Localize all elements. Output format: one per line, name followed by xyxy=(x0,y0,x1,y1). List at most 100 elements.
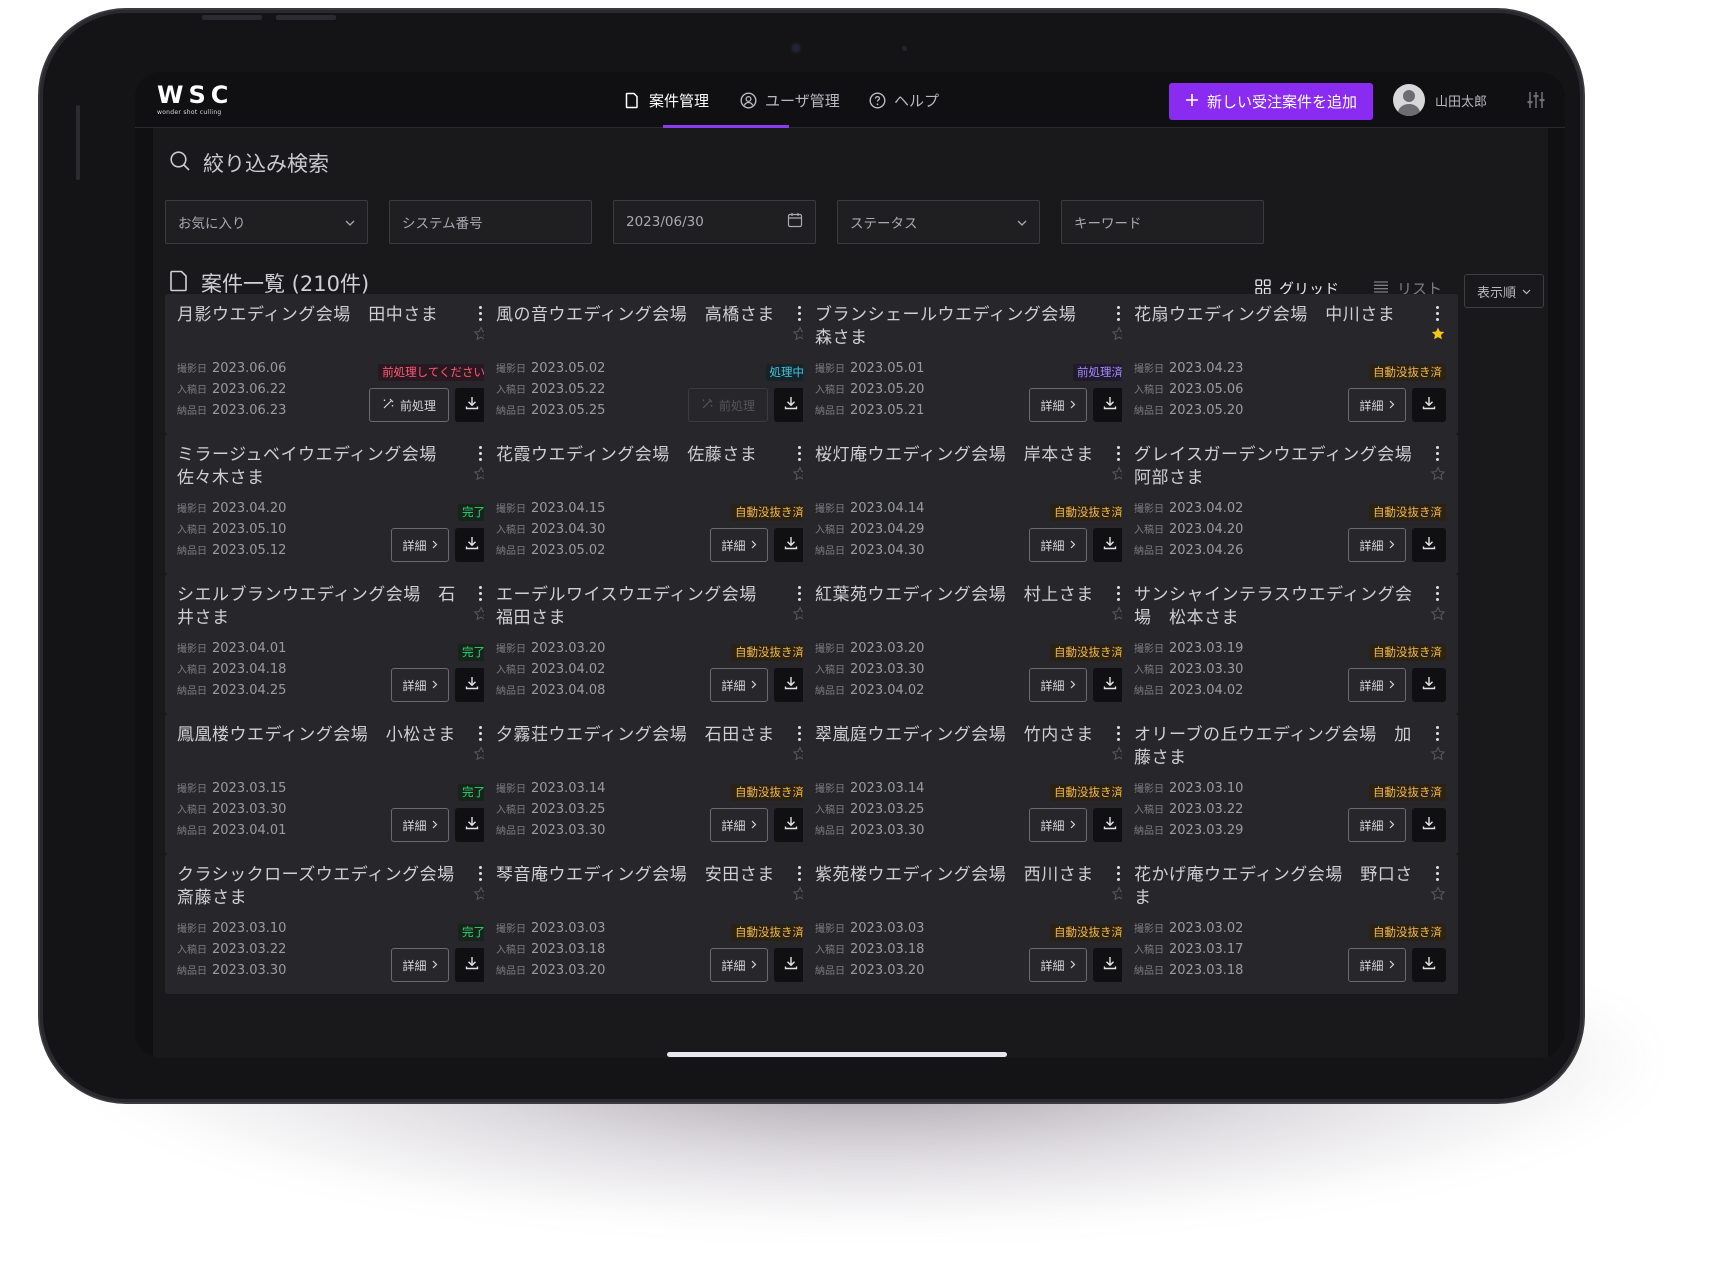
nav-item-help[interactable]: ヘルプ xyxy=(868,72,939,128)
project-card[interactable]: クラシックローズウエディング会場 斎藤さま 撮影日 2023.03.10 入稿日 202… xyxy=(165,854,501,994)
card-dates: 撮影日 2023.05.02 入稿日 2023.05.22 納品日 2023.05.25 xyxy=(496,359,605,422)
detail-button[interactable]: 詳細 xyxy=(710,948,768,982)
entry-date: 2023.05.20 xyxy=(850,382,925,397)
more-options-icon[interactable] xyxy=(1432,866,1442,884)
shoot-date-label: 撮影日 xyxy=(177,784,207,795)
nav-item-projects[interactable]: 案件管理 xyxy=(623,72,709,128)
shoot-date: 2023.03.10 xyxy=(1169,781,1244,796)
project-card[interactable]: オリーブの丘ウエディング会場 加藤さま 撮影日 2023.03.10 入稿日 2023.… xyxy=(1122,714,1458,854)
nav-item-users[interactable]: ユーザ管理 xyxy=(739,72,840,128)
card-dates: 撮影日 2023.04.20 入稿日 2023.05.10 納品日 2023.05.12 xyxy=(177,499,286,562)
project-card[interactable]: 翠嵐庭ウエディング会場 竹内さま 撮影日 2023.03.14 入稿日 2023.03.… xyxy=(803,714,1139,854)
shoot-date: 2023.03.20 xyxy=(850,641,925,656)
project-card[interactable]: 鳳凰楼ウエディング会場 小松さま 撮影日 2023.03.15 入稿日 2023.03.… xyxy=(165,714,501,854)
detail-button[interactable]: 詳細 xyxy=(1348,388,1406,422)
download-icon xyxy=(783,675,799,695)
download-button[interactable] xyxy=(1412,808,1446,842)
detail-button[interactable]: 詳細 xyxy=(710,808,768,842)
shoot-date-label: 撮影日 xyxy=(1134,504,1164,515)
delivery-date: 2023.04.01 xyxy=(212,823,287,838)
delivery-date: 2023.03.30 xyxy=(531,823,606,838)
download-button[interactable] xyxy=(1412,528,1446,562)
logo[interactable]: WSC wonder shot culling xyxy=(157,82,233,116)
preprocess-button[interactable]: 前処理 xyxy=(369,388,449,422)
user-menu[interactable]: 山田太郎 xyxy=(1393,84,1487,116)
volume-button xyxy=(276,15,336,20)
detail-button[interactable]: 詳細 xyxy=(1348,948,1406,982)
delivery-date-row: 納品日 2023.04.25 xyxy=(177,681,286,702)
card-title: クラシックローズウエディング会場 斎藤さま xyxy=(177,865,473,908)
favorite-star-icon[interactable] xyxy=(1430,886,1446,906)
detail-button[interactable]: 詳細 xyxy=(710,668,768,702)
entry-date-label: 入稿日 xyxy=(1134,665,1164,676)
detail-label: 詳細 xyxy=(1040,818,1065,833)
app-header: WSC wonder shot culling 案件管理 ユーザ管理 ヘルプ 新… xyxy=(135,72,1565,128)
detail-button[interactable]: 詳細 xyxy=(1029,528,1087,562)
download-icon xyxy=(783,955,799,975)
project-card[interactable]: 風の音ウエディング会場 高橋さま 撮影日 2023.05.02 入稿日 2023.05.… xyxy=(484,294,820,434)
preprocess-label: 前処理 xyxy=(399,398,436,413)
project-card[interactable]: 夕霧荘ウエディング会場 石田さま 撮影日 2023.03.14 入稿日 2023.03.… xyxy=(484,714,820,854)
shoot-date: 2023.03.15 xyxy=(212,781,287,796)
shoot-date: 2023.04.23 xyxy=(1169,361,1244,376)
project-card[interactable]: 桜灯庵ウエディング会場 岸本さま 撮影日 2023.04.14 入稿日 2023.04.… xyxy=(803,434,1139,574)
more-options-icon[interactable] xyxy=(1432,306,1442,324)
shoot-date-row: 撮影日 2023.04.15 xyxy=(496,499,605,520)
delivery-date-label: 納品日 xyxy=(496,686,526,697)
detail-button[interactable]: 詳細 xyxy=(1029,668,1087,702)
detail-button[interactable]: 詳細 xyxy=(710,528,768,562)
project-card[interactable]: 花かげ庵ウエディング会場 野口さま 撮影日 2023.03.02 入稿日 2023.03… xyxy=(1122,854,1458,994)
add-project-button[interactable]: 新しい受注案件を追加 xyxy=(1169,83,1373,120)
detail-button[interactable]: 詳細 xyxy=(391,808,449,842)
project-card[interactable]: サンシャインテラスウエディング会場 松本さま 撮影日 2023.03.19 入稿日 20… xyxy=(1122,574,1458,714)
download-icon xyxy=(1421,955,1437,975)
project-card[interactable]: エーデルワイスウエディング会場 福田さま 撮影日 2023.03.20 入稿日 2023… xyxy=(484,574,820,714)
more-options-icon[interactable] xyxy=(1432,586,1442,604)
entry-date-label: 入稿日 xyxy=(177,665,207,676)
shoot-date: 2023.03.03 xyxy=(850,921,925,936)
project-card[interactable]: ブランシェールウエディング会場 森さま 撮影日 2023.05.01 入稿日 2023.… xyxy=(803,294,1139,434)
download-button[interactable] xyxy=(1412,388,1446,422)
delivery-date: 2023.04.30 xyxy=(850,543,925,558)
detail-button[interactable]: 詳細 xyxy=(391,668,449,702)
detail-button[interactable]: 詳細 xyxy=(1029,948,1087,982)
shoot-date: 2023.04.14 xyxy=(850,501,925,516)
detail-button[interactable]: 詳細 xyxy=(1348,528,1406,562)
shoot-date-row: 撮影日 2023.04.23 xyxy=(1134,359,1243,380)
project-card[interactable]: シエルブランウエディング会場 石井さま 撮影日 2023.04.01 入稿日 2023.… xyxy=(165,574,501,714)
project-card[interactable]: 花扇ウエディング会場 中川さま 撮影日 2023.04.23 入稿日 2023.05.0… xyxy=(1122,294,1458,434)
detail-button[interactable]: 詳細 xyxy=(1029,388,1087,422)
card-title: 花かげ庵ウエディング会場 野口さま xyxy=(1134,865,1413,908)
delivery-date-row: 納品日 2023.04.01 xyxy=(177,821,286,842)
favorite-star-icon[interactable] xyxy=(1430,466,1446,486)
shoot-date: 2023.03.19 xyxy=(1169,641,1244,656)
project-card[interactable]: ミラージュベイウエディング会場 佐々木さま 撮影日 2023.04.20 入稿日 202… xyxy=(165,434,501,574)
more-options-icon[interactable] xyxy=(1432,726,1442,744)
project-card[interactable]: 月影ウエディング会場 田中さま 撮影日 2023.06.06 入稿日 2023.06.2… xyxy=(165,294,501,434)
detail-button[interactable]: 詳細 xyxy=(1348,808,1406,842)
detail-button[interactable]: 詳細 xyxy=(1348,668,1406,702)
project-card[interactable]: 紅葉苑ウエディング会場 村上さま 撮影日 2023.03.20 入稿日 2023.03.… xyxy=(803,574,1139,714)
favorite-star-icon[interactable] xyxy=(1430,746,1446,766)
project-card[interactable]: 花霞ウエディング会場 佐藤さま 撮影日 2023.04.15 入稿日 2023.04.3… xyxy=(484,434,820,574)
more-options-icon[interactable] xyxy=(1432,446,1442,464)
favorite-star-icon[interactable] xyxy=(1430,606,1446,626)
entry-date-label: 入稿日 xyxy=(177,385,207,396)
main-content: 絞り込み検索 お気に入り システム番号 2023/06/30 ステータス キーワ… xyxy=(153,128,1548,1058)
shoot-date-row: 撮影日 2023.03.10 xyxy=(177,919,286,940)
project-card[interactable]: 琴音庵ウエディング会場 安田さま 撮影日 2023.03.03 入稿日 2023.03.… xyxy=(484,854,820,994)
delivery-date-row: 納品日 2023.04.08 xyxy=(496,681,605,702)
favorite-star-icon[interactable] xyxy=(1430,326,1446,346)
project-card[interactable]: グレイスガーデンウエディング会場 阿部さま 撮影日 2023.04.02 入稿日 202… xyxy=(1122,434,1458,574)
detail-button[interactable]: 詳細 xyxy=(391,528,449,562)
download-button[interactable] xyxy=(1412,948,1446,982)
settings-sliders-icon[interactable] xyxy=(1526,90,1546,114)
delivery-date-label: 納品日 xyxy=(1134,966,1164,977)
delivery-date-row: 納品日 2023.03.18 xyxy=(1134,961,1243,982)
detail-button[interactable]: 詳細 xyxy=(1029,808,1087,842)
delivery-date: 2023.05.21 xyxy=(850,403,925,418)
detail-button[interactable]: 詳細 xyxy=(391,948,449,982)
project-card[interactable]: 紫苑楼ウエディング会場 西川さま 撮影日 2023.03.03 入稿日 2023.03.… xyxy=(803,854,1139,994)
status-badge: 自動没抜き済 xyxy=(1050,504,1127,521)
download-button[interactable] xyxy=(1412,668,1446,702)
